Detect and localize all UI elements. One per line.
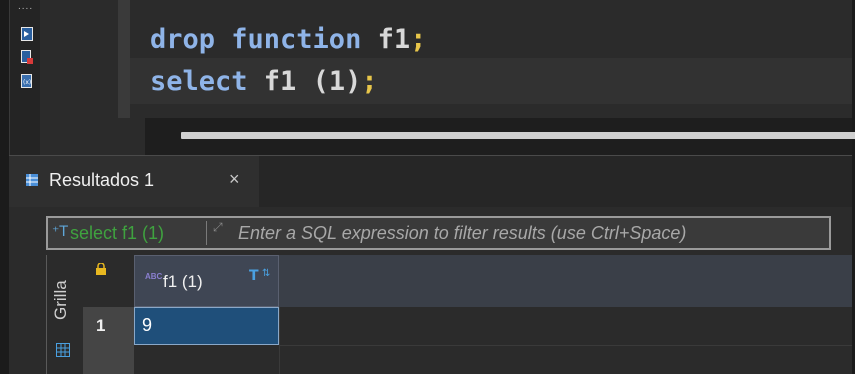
gutter-dots: .... bbox=[18, 1, 34, 12]
cell-value: 9 bbox=[142, 315, 153, 335]
results-filter-bar: ⁺T select f1 (1) ⤢ Enter a SQL expressio… bbox=[16, 212, 852, 253]
grid-tab-label: Grilla bbox=[51, 280, 70, 320]
editor-horizontal-scrollbar[interactable] bbox=[145, 118, 855, 155]
editor-gutter: .... (x) bbox=[9, 0, 40, 155]
semicolon: ; bbox=[361, 66, 378, 97]
filter-text-icon: ⁺T bbox=[52, 224, 68, 240]
filter-input[interactable]: ⁺T select f1 (1) ⤢ Enter a SQL expressio… bbox=[46, 216, 831, 250]
grid-view-tab[interactable]: Grilla bbox=[46, 255, 84, 374]
tab-strip-empty bbox=[259, 156, 852, 207]
semicolon: ; bbox=[410, 24, 427, 55]
variables-icon[interactable]: (x) bbox=[21, 74, 33, 88]
keyword: drop function bbox=[150, 24, 362, 55]
identifier: f1 (1) bbox=[247, 66, 362, 97]
grid-corner-cell bbox=[83, 255, 134, 307]
close-icon[interactable]: × bbox=[229, 169, 240, 190]
editor-line-1[interactable]: drop function f1; bbox=[150, 22, 426, 58]
identifier: f1 bbox=[361, 24, 411, 55]
filter-separator bbox=[206, 221, 207, 245]
tab-label: Resultados 1 bbox=[49, 170, 155, 190]
grid-cell-selected[interactable]: 9 bbox=[134, 307, 279, 345]
row-number-cell[interactable]: 1 bbox=[83, 307, 134, 346]
grid-row-empty bbox=[279, 307, 852, 346]
svg-text:(x): (x) bbox=[23, 79, 31, 86]
filter-placeholder: Enter a SQL expression to filter results… bbox=[238, 223, 687, 243]
expand-icon[interactable]: ⤢ bbox=[213, 221, 223, 233]
editor-line-2[interactable]: select f1 (1); bbox=[150, 64, 378, 100]
scrollbar-thumb[interactable] bbox=[181, 132, 855, 139]
sql-editor[interactable]: drop function f1; select f1 (1); bbox=[130, 0, 852, 118]
lock-icon bbox=[96, 263, 106, 275]
row-number-empty bbox=[83, 345, 134, 374]
sort-icon[interactable]: ⇅ bbox=[262, 268, 270, 279]
grid-column-divider bbox=[279, 307, 280, 374]
editor-fold-column bbox=[118, 0, 130, 118]
results-tabbar: Resultados 1 × bbox=[9, 155, 852, 207]
column-filter-icon[interactable]: T bbox=[249, 268, 259, 284]
window-left-border bbox=[0, 0, 9, 374]
results-grid: ABC f1 (1) T ⇅ 1 9 bbox=[83, 255, 852, 374]
stop-script-icon[interactable] bbox=[21, 50, 33, 64]
table-icon bbox=[26, 174, 38, 186]
row-number: 1 bbox=[96, 316, 106, 335]
column-header-label: f1 (1) bbox=[163, 272, 203, 291]
execute-script-icon[interactable] bbox=[21, 27, 33, 41]
tab-resultados-1[interactable]: Resultados 1 × bbox=[9, 156, 259, 207]
column-type-badge: ABC bbox=[145, 272, 163, 281]
filter-query-text: select f1 (1) bbox=[70, 223, 165, 243]
keyword: select bbox=[150, 66, 248, 97]
grid-icon bbox=[56, 343, 70, 357]
column-header-f1[interactable]: ABC f1 (1) T ⇅ bbox=[134, 255, 279, 307]
